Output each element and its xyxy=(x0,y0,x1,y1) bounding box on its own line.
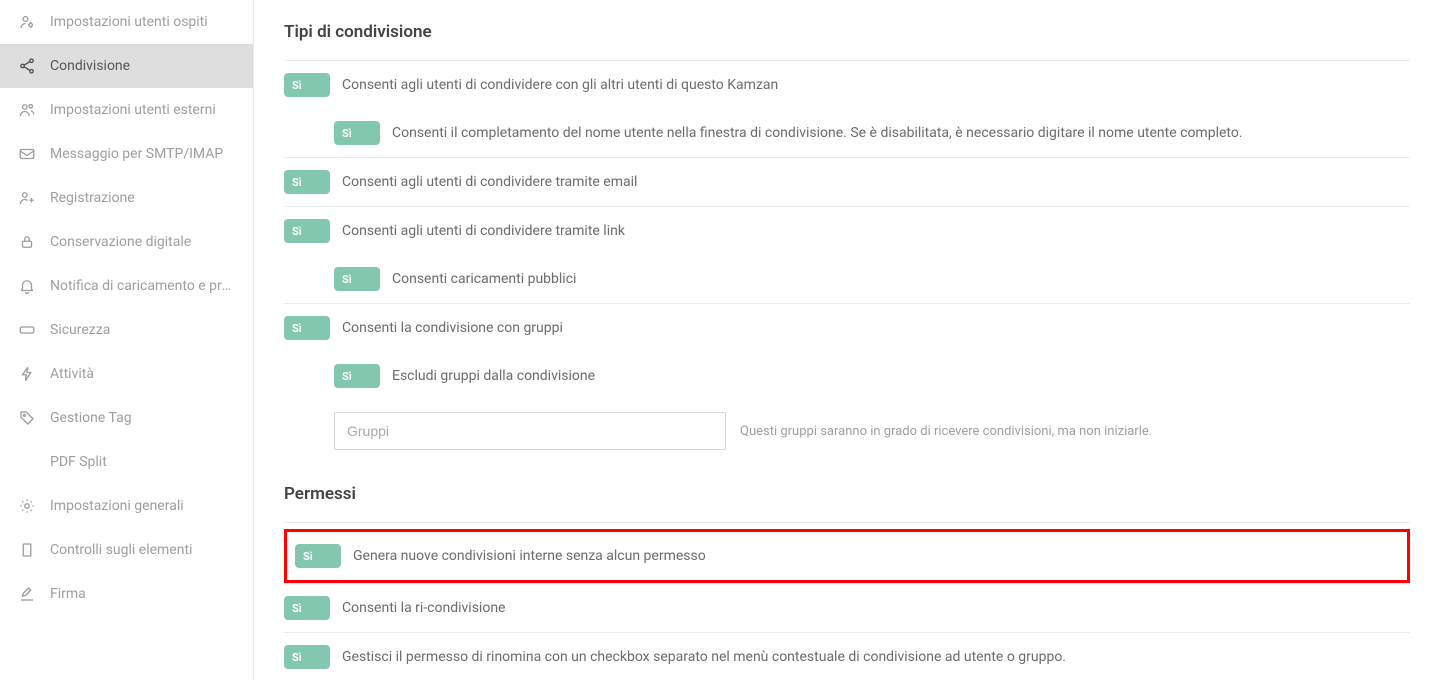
setting-text: Consenti il completamento del nome utent… xyxy=(392,123,1243,144)
toggle-allow-resharing[interactable]: Sì xyxy=(284,596,330,620)
setting-row-share-users: Sì Consenti agli utenti di condividere c… xyxy=(284,61,1410,109)
sidebar-item-label: Impostazioni utenti esterni xyxy=(50,102,216,118)
bolt-icon xyxy=(18,365,36,383)
sidebar-item-general-settings[interactable]: Impostazioni generali xyxy=(0,484,253,528)
sidebar-item-pdf-split[interactable]: PDF Split xyxy=(0,440,253,484)
mail-icon xyxy=(18,145,36,163)
sidebar-item-upload-notify[interactable]: Notifica di caricamento e presa … xyxy=(0,264,253,308)
sidebar-item-guest-users[interactable]: Impostazioni utenti ospiti xyxy=(0,0,253,44)
setting-row-generate-internal-shares: Sì Genera nuove condivisioni interne sen… xyxy=(289,534,1405,578)
sidebar-item-label: Gestione Tag xyxy=(50,410,132,426)
setting-row-share-link: Sì Consenti agli utenti di condividere t… xyxy=(284,207,1410,255)
setting-text: Escludi gruppi dalla condivisione xyxy=(392,366,595,387)
setting-row-exclude-groups: Sì Escludi gruppi dalla condivisione xyxy=(284,352,1410,400)
toggle-share-users[interactable]: Sì xyxy=(284,73,330,97)
setting-row-rename-permission: Sì Gestisci il permesso di rinomina con … xyxy=(284,633,1410,680)
setting-text: Consenti agli utenti di condividere tram… xyxy=(342,172,637,193)
sidebar-item-security[interactable]: Sicurezza xyxy=(0,308,253,352)
sidebar-item-element-controls[interactable]: Controlli sugli elementi xyxy=(0,528,253,572)
setting-row-username-completion: Sì Consenti il completamento del nome ut… xyxy=(284,109,1410,158)
highlighted-permission: Sì Genera nuove condivisioni interne sen… xyxy=(284,529,1410,583)
toggle-generate-internal-shares[interactable]: Sì xyxy=(295,544,341,568)
setting-row-share-email: Sì Consenti agli utenti di condividere t… xyxy=(284,158,1410,207)
setting-text: Gestisci il permesso di rinomina con un … xyxy=(342,647,1066,668)
toggle-share-link[interactable]: Sì xyxy=(284,219,330,243)
sidebar-item-label: Messaggio per SMTP/IMAP xyxy=(50,146,223,162)
sidebar-item-label: Conservazione digitale xyxy=(50,234,191,250)
gear-icon xyxy=(18,497,36,515)
tag-icon xyxy=(18,409,36,427)
blank-icon xyxy=(18,453,36,471)
toggle-share-groups[interactable]: Sì xyxy=(284,316,330,340)
setting-row-public-uploads: Sì Consenti caricamenti pubblici xyxy=(284,255,1410,304)
sidebar-item-label: Registrazione xyxy=(50,190,135,206)
sidebar-item-label: Impostazioni generali xyxy=(50,498,184,514)
groups-input-row: Questi gruppi saranno in grado di riceve… xyxy=(284,400,1410,462)
sidebar-item-sharing[interactable]: Condivisione xyxy=(0,44,253,88)
keyboard-icon xyxy=(18,321,36,339)
section-title-sharing-types: Tipi di condivisione xyxy=(284,22,1410,42)
section-title-permissions: Permessi xyxy=(284,484,1410,504)
signature-icon xyxy=(18,585,36,603)
sidebar-item-activity[interactable]: Attività xyxy=(0,352,253,396)
users-icon xyxy=(18,101,36,119)
sidebar-item-label: Notifica di caricamento e presa … xyxy=(50,278,235,294)
setting-row-share-groups: Sì Consenti la condivisione con gruppi xyxy=(284,304,1410,352)
sidebar-item-tag-management[interactable]: Gestione Tag xyxy=(0,396,253,440)
share-icon xyxy=(18,57,36,75)
toggle-share-email[interactable]: Sì xyxy=(284,170,330,194)
setting-text: Consenti agli utenti di condividere con … xyxy=(342,75,778,96)
user-plus-icon xyxy=(18,189,36,207)
sidebar-item-label: Condivisione xyxy=(50,58,130,74)
sidebar-item-label: Firma xyxy=(50,586,86,602)
toggle-username-completion[interactable]: Sì xyxy=(334,121,380,145)
sidebar-item-label: PDF Split xyxy=(50,454,107,470)
sidebar-item-label: Sicurezza xyxy=(50,322,110,338)
sidebar-item-label: Attività xyxy=(50,366,94,382)
bell-icon xyxy=(18,277,36,295)
groups-hint: Questi gruppi saranno in grado di riceve… xyxy=(740,424,1152,439)
groups-input[interactable] xyxy=(334,412,726,450)
file-icon xyxy=(18,541,36,559)
sidebar-item-signature[interactable]: Firma xyxy=(0,572,253,616)
sidebar-item-label: Impostazioni utenti ospiti xyxy=(50,14,208,30)
setting-text: Consenti caricamenti pubblici xyxy=(392,269,576,290)
setting-text: Consenti la condivisione con gruppi xyxy=(342,318,563,339)
setting-text: Consenti agli utenti di condividere tram… xyxy=(342,221,625,242)
main-content: Tipi di condivisione Sì Consenti agli ut… xyxy=(254,0,1440,680)
lock-icon xyxy=(18,233,36,251)
sidebar-item-smtp-imap[interactable]: Messaggio per SMTP/IMAP xyxy=(0,132,253,176)
toggle-exclude-groups[interactable]: Sì xyxy=(334,364,380,388)
setting-row-allow-resharing: Sì Consenti la ri-condivisione xyxy=(284,583,1410,633)
divider xyxy=(284,522,1410,523)
sidebar-item-external-users[interactable]: Impostazioni utenti esterni xyxy=(0,88,253,132)
sidebar-item-label: Controlli sugli elementi xyxy=(50,542,192,558)
sidebar-item-registration[interactable]: Registrazione xyxy=(0,176,253,220)
sidebar-item-digital-preservation[interactable]: Conservazione digitale xyxy=(0,220,253,264)
toggle-rename-permission[interactable]: Sì xyxy=(284,645,330,669)
sidebar: Impostazioni utenti ospiti Condivisione … xyxy=(0,0,254,680)
user-config-icon xyxy=(18,13,36,31)
setting-text: Consenti la ri-condivisione xyxy=(342,598,505,619)
setting-text: Genera nuove condivisioni interne senza … xyxy=(353,546,706,567)
toggle-public-uploads[interactable]: Sì xyxy=(334,267,380,291)
